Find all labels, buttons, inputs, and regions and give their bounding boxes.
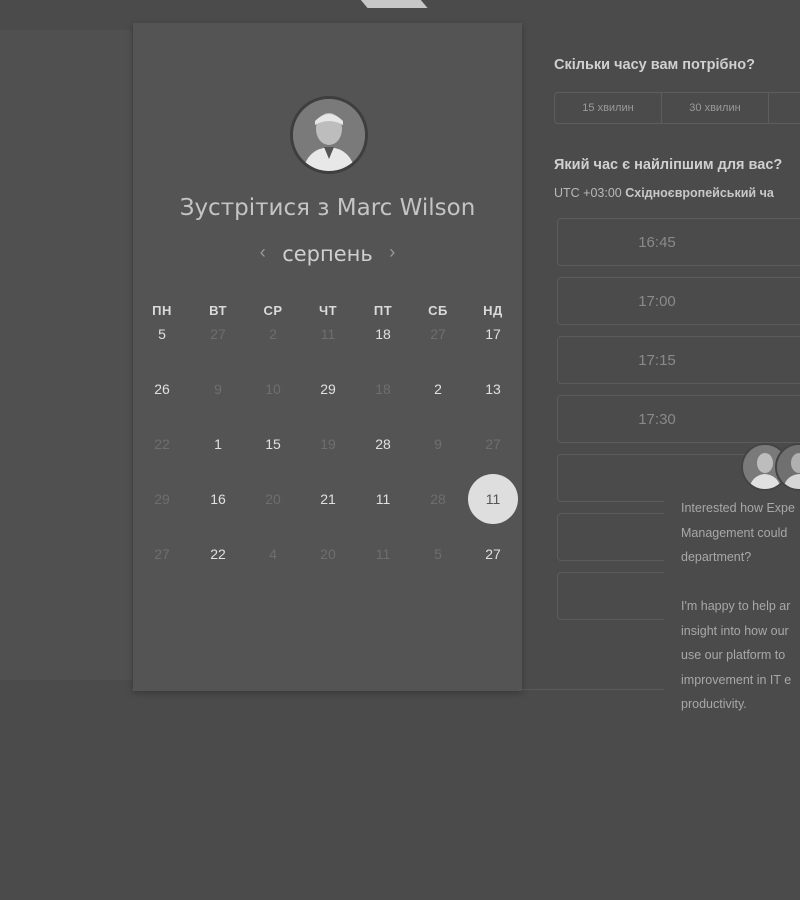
calendar-day[interactable]: 20 xyxy=(303,529,353,579)
calendar-day[interactable]: 20 xyxy=(248,474,298,524)
calendar-day[interactable]: 18 xyxy=(358,309,408,359)
timezone-name: Східноєвропейський ча xyxy=(625,186,774,200)
meeting-title: Зустрітися з Marc Wilson xyxy=(179,195,476,221)
top-decoration xyxy=(352,0,428,8)
calendar-day[interactable]: 5 xyxy=(413,529,463,579)
calendar-card: Зустрітися з Marc Wilson ‹ серпень › ПН В… xyxy=(133,23,522,691)
calendar-day[interactable]: 22 xyxy=(193,529,243,579)
calendar-day[interactable]: 2 xyxy=(248,309,298,359)
chevron-left-icon[interactable]: ‹ xyxy=(248,242,278,263)
calendar-day[interactable]: 13 xyxy=(468,364,518,414)
calendar-day[interactable]: 27 xyxy=(137,529,187,579)
calendar-day[interactable]: 17 xyxy=(468,309,518,359)
chat-popup[interactable]: Interested how Expe Management could dep… xyxy=(664,490,800,720)
calendar-day[interactable]: 28 xyxy=(413,474,463,524)
timezone-label: UTC +03:00 Східноєвропейський ча xyxy=(554,186,774,200)
calendar-day[interactable]: 11 xyxy=(303,309,353,359)
calendar-day[interactable]: 18 xyxy=(358,364,408,414)
calendar-day[interactable]: 27 xyxy=(468,419,518,469)
calendar-day[interactable]: 27 xyxy=(193,309,243,359)
duration-option[interactable]: 15 хвилин xyxy=(555,93,662,123)
chat-message: Interested how Expe Management could dep… xyxy=(681,501,795,711)
calendar-day[interactable]: 4 xyxy=(248,529,298,579)
calendar-day[interactable]: 9 xyxy=(193,364,243,414)
calendar-day[interactable]: 10 xyxy=(248,364,298,414)
left-background-panel xyxy=(0,30,132,680)
month-navigation: ‹ серпень › xyxy=(133,242,522,266)
calendar-day[interactable]: 9 xyxy=(413,419,463,469)
calendar-day[interactable]: 16 xyxy=(193,474,243,524)
month-label: серпень xyxy=(282,242,373,266)
calendar-day[interactable]: 19 xyxy=(303,419,353,469)
calendar-day[interactable]: 28 xyxy=(358,419,408,469)
calendar-day[interactable]: 2 xyxy=(413,364,463,414)
calendar-day[interactable]: 27 xyxy=(413,309,463,359)
duration-question: Скільки часу вам потрібно? xyxy=(554,57,755,73)
selected-day[interactable]: 11 xyxy=(468,474,518,524)
calendar-day[interactable]: 5 xyxy=(137,309,187,359)
chevron-right-icon[interactable]: › xyxy=(377,242,407,263)
timezone-offset: UTC +03:00 xyxy=(554,186,622,200)
calendar-day[interactable]: 1 xyxy=(193,419,243,469)
time-slot[interactable]: 17:30 xyxy=(557,395,800,443)
calendar-day[interactable]: 29 xyxy=(137,474,187,524)
calendar-day[interactable]: 11 xyxy=(358,529,408,579)
calendar-day[interactable]: 22 xyxy=(137,419,187,469)
calendar-day[interactable]: 27 xyxy=(468,529,518,579)
calendar-day[interactable]: 15 xyxy=(248,419,298,469)
time-slot[interactable]: 17:15 xyxy=(557,336,800,384)
time-slot[interactable]: 16:45 xyxy=(557,218,800,266)
calendar-day[interactable]: 21 xyxy=(303,474,353,524)
calendar-day[interactable]: 11 xyxy=(358,474,408,524)
time-slot[interactable]: 17:00 xyxy=(557,277,800,325)
calendar-day[interactable]: 29 xyxy=(303,364,353,414)
calendar-day[interactable]: 26 xyxy=(137,364,187,414)
time-question: Який час є найліпшим для вас? xyxy=(554,157,783,173)
host-avatar xyxy=(290,96,368,174)
duration-option[interactable]: 30 хвилин xyxy=(662,93,769,123)
duration-selector: 15 хвилин 30 хвилин xyxy=(554,92,800,124)
